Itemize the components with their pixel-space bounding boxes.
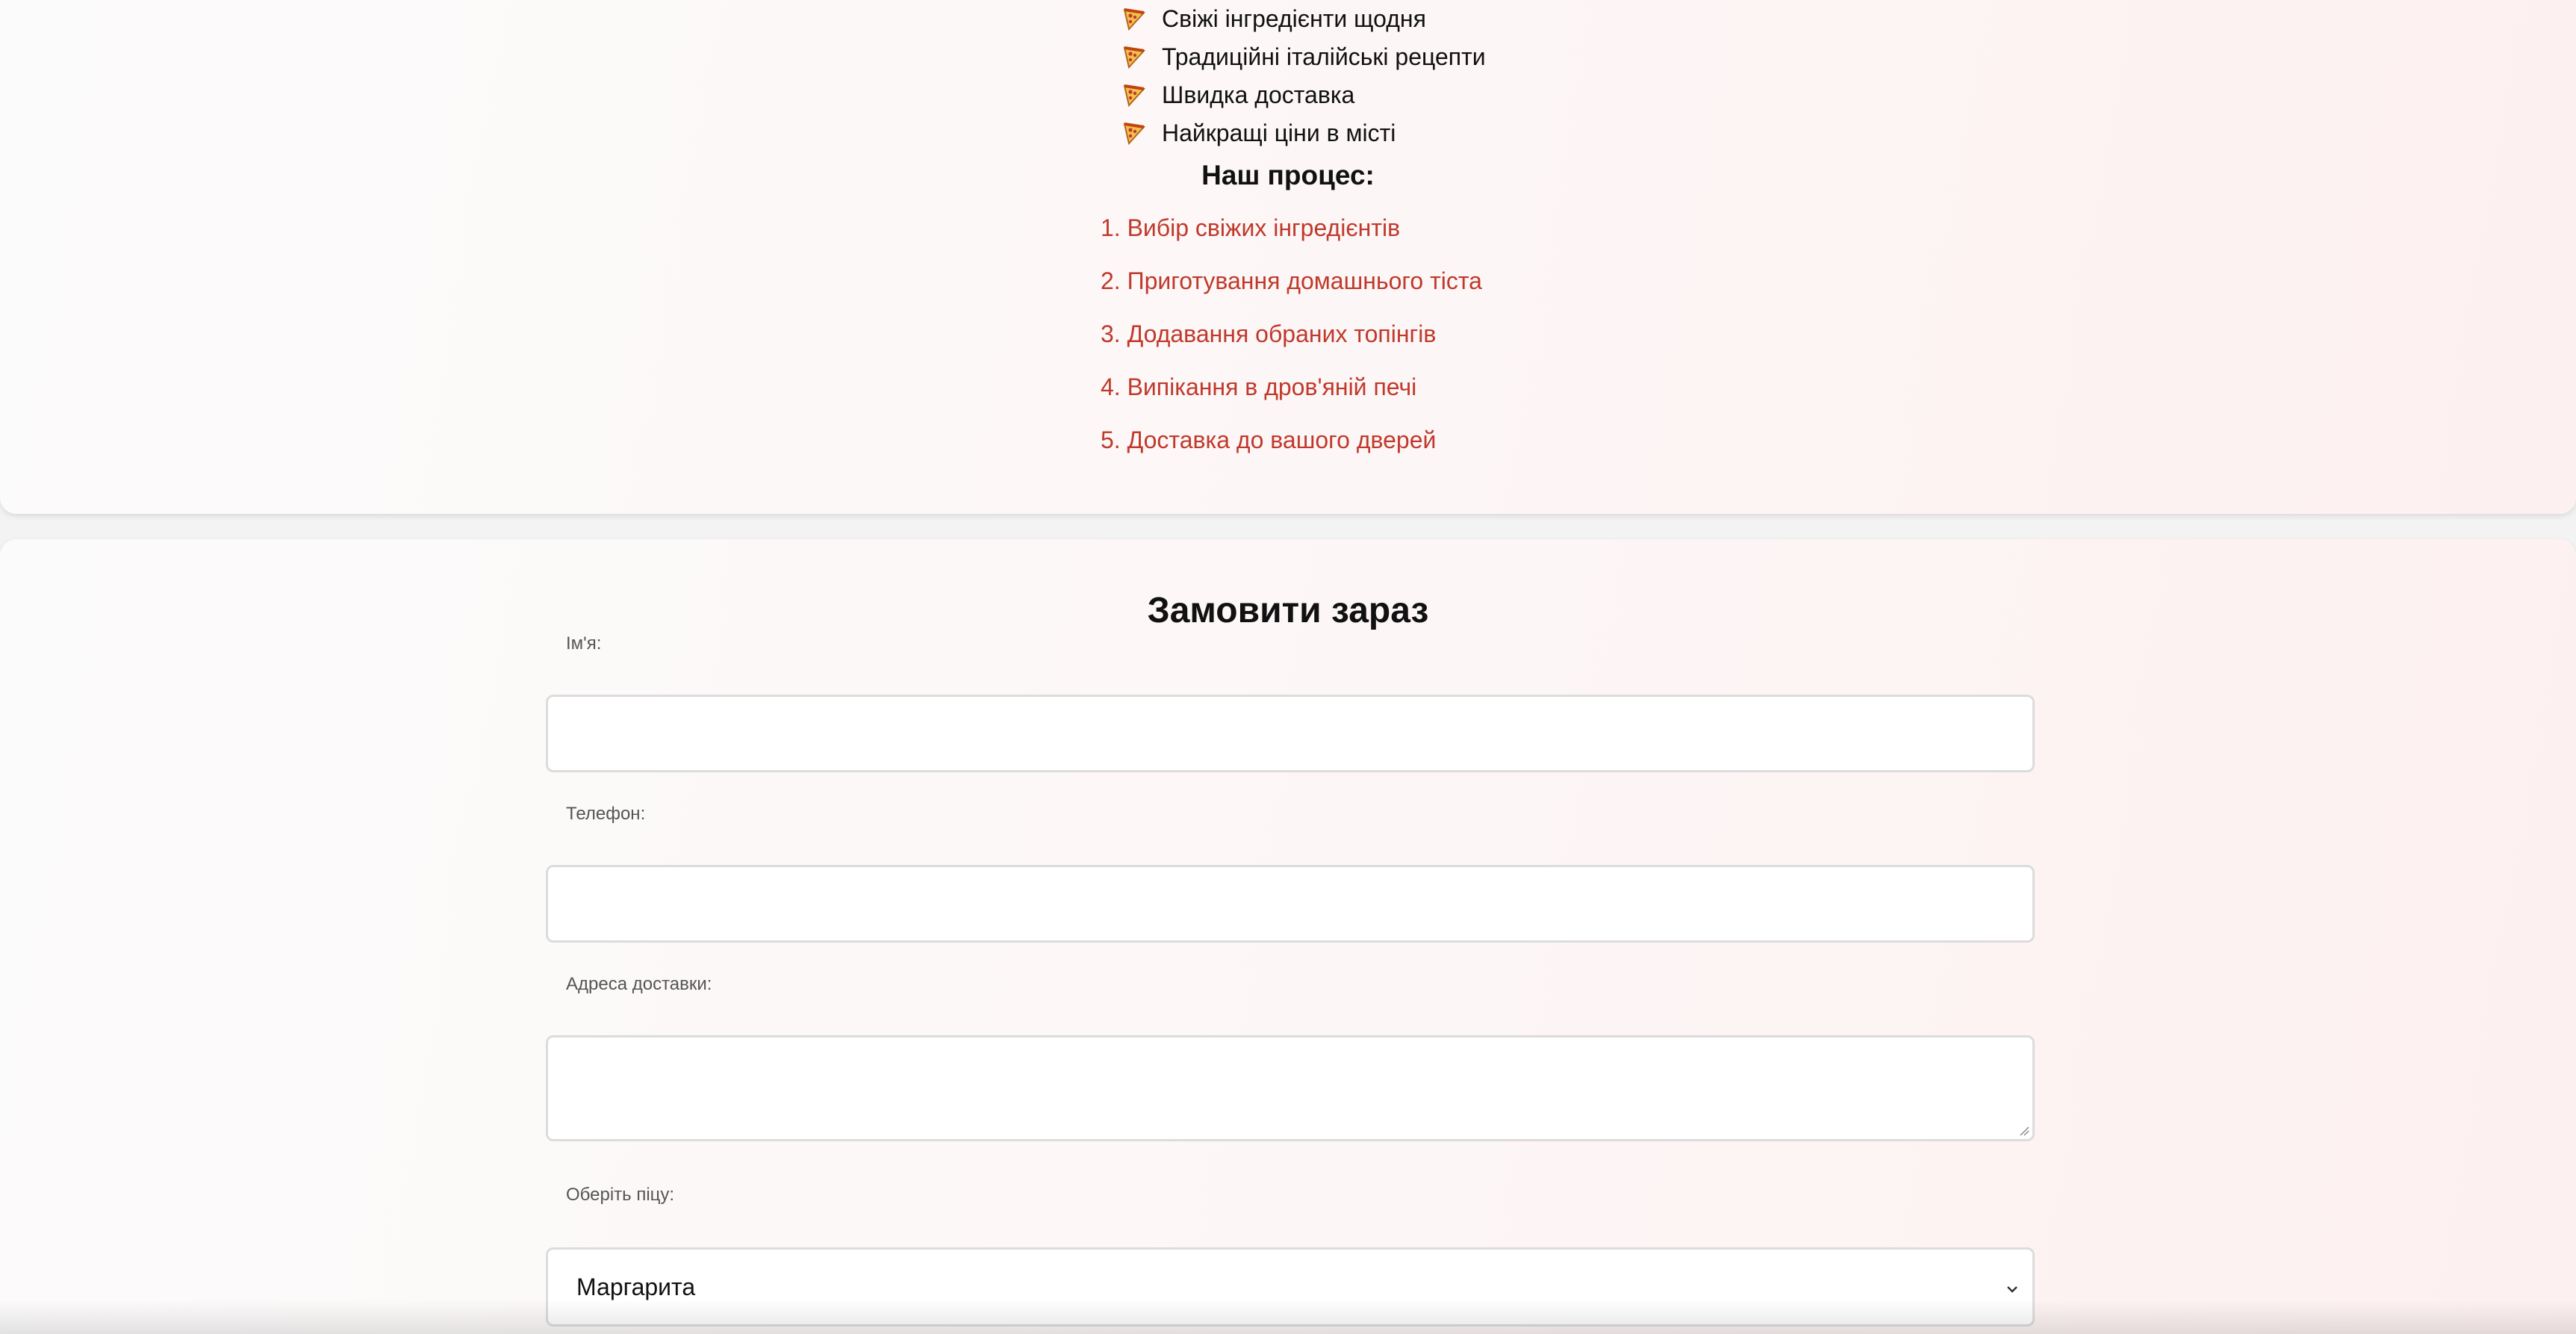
pizza-select[interactable]: Маргарита bbox=[546, 1247, 2035, 1327]
feature-label: Традиційні італійські рецепти bbox=[1162, 43, 1486, 70]
name-label: Ім'я: bbox=[566, 633, 602, 654]
pizza-label: Оберіть піцу: bbox=[566, 1185, 675, 1205]
feature-item: Найкращі ціни в місті bbox=[1121, 114, 1486, 152]
pizza-icon bbox=[1123, 84, 1145, 107]
about-section: Свіжі інгредієнти щодня Традиційні італі… bbox=[0, 0, 2576, 514]
process-list: 1. Вибір свіжих інгредієнтів 2. Приготув… bbox=[1101, 202, 1482, 467]
resize-handle-icon[interactable] bbox=[2017, 1124, 2029, 1136]
process-title: Наш процес: bbox=[1201, 160, 1375, 190]
feature-label: Швидка доставка bbox=[1162, 81, 1355, 108]
feature-label: Найкращі ціни в місті bbox=[1162, 120, 1396, 146]
name-input[interactable] bbox=[546, 695, 2035, 772]
pizza-icon bbox=[1123, 7, 1145, 31]
phone-input[interactable] bbox=[546, 865, 2035, 943]
feature-list: Свіжі інгредієнти щодня Традиційні італі… bbox=[1121, 0, 1486, 152]
address-textarea[interactable] bbox=[546, 1035, 2035, 1141]
feature-item: Швидка доставка bbox=[1121, 76, 1486, 114]
feature-item: Традиційні італійські рецепти bbox=[1121, 38, 1486, 76]
pizza-select-value: Маргарита bbox=[576, 1273, 696, 1300]
pizza-icon bbox=[1123, 122, 1145, 145]
address-label: Адреса доставки: bbox=[566, 974, 712, 994]
process-step: 5. Доставка до вашого дверей bbox=[1101, 426, 1437, 453]
feature-label: Свіжі інгредієнти щодня bbox=[1162, 5, 1426, 32]
feature-item: Свіжі інгредієнти щодня bbox=[1121, 0, 1486, 38]
process-step: 4. Випікання в дров'яній печі bbox=[1101, 373, 1417, 400]
process-step: 1. Вибір свіжих інгредієнтів bbox=[1101, 214, 1401, 241]
process-step: 3. Додавання обраних топінгів bbox=[1101, 320, 1437, 347]
process-step: 2. Приготування домашнього тіста bbox=[1101, 267, 1482, 294]
chevron-down-icon bbox=[2007, 1286, 2017, 1293]
phone-label: Телефон: bbox=[566, 804, 646, 824]
pizza-icon bbox=[1123, 46, 1145, 69]
order-title: Замовити зараз bbox=[1147, 591, 1429, 630]
